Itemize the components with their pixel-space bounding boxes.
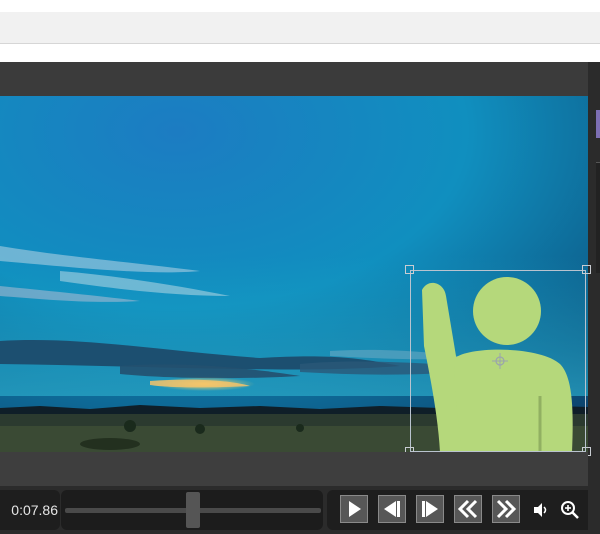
scrubber-thumb[interactable]: [186, 492, 200, 528]
scrubber[interactable]: [61, 490, 323, 530]
double-chevron-left-icon: [457, 499, 478, 519]
play-icon: [349, 501, 361, 517]
rewind-button[interactable]: [454, 495, 482, 523]
zoom-in-icon[interactable]: [560, 500, 580, 520]
editor-toolbar: [0, 62, 588, 96]
previous-frame-icon: [384, 501, 400, 517]
previous-frame-button[interactable]: [378, 495, 406, 523]
resize-handle-top-right[interactable]: [582, 265, 591, 274]
anchor-crosshair-icon[interactable]: [491, 352, 509, 370]
preview-footer: [0, 452, 588, 486]
page-gap: [0, 44, 600, 62]
panel-accent-marker: [596, 110, 600, 138]
fast-forward-button[interactable]: [492, 495, 520, 523]
transport-buttons: [327, 490, 588, 530]
next-frame-button[interactable]: [416, 495, 444, 523]
browser-address-bar[interactable]: [0, 12, 600, 44]
double-chevron-right-icon: [496, 499, 517, 519]
next-frame-icon: [422, 501, 438, 517]
volume-icon[interactable]: [531, 500, 551, 520]
timecode-display: 0:07.86: [0, 490, 60, 530]
right-panel-strip: [588, 62, 600, 534]
resize-handle-top-left[interactable]: [405, 265, 414, 274]
play-button[interactable]: [340, 495, 368, 523]
playback-controls: 0:07.86: [0, 486, 588, 534]
panel-divider: [596, 162, 600, 273]
